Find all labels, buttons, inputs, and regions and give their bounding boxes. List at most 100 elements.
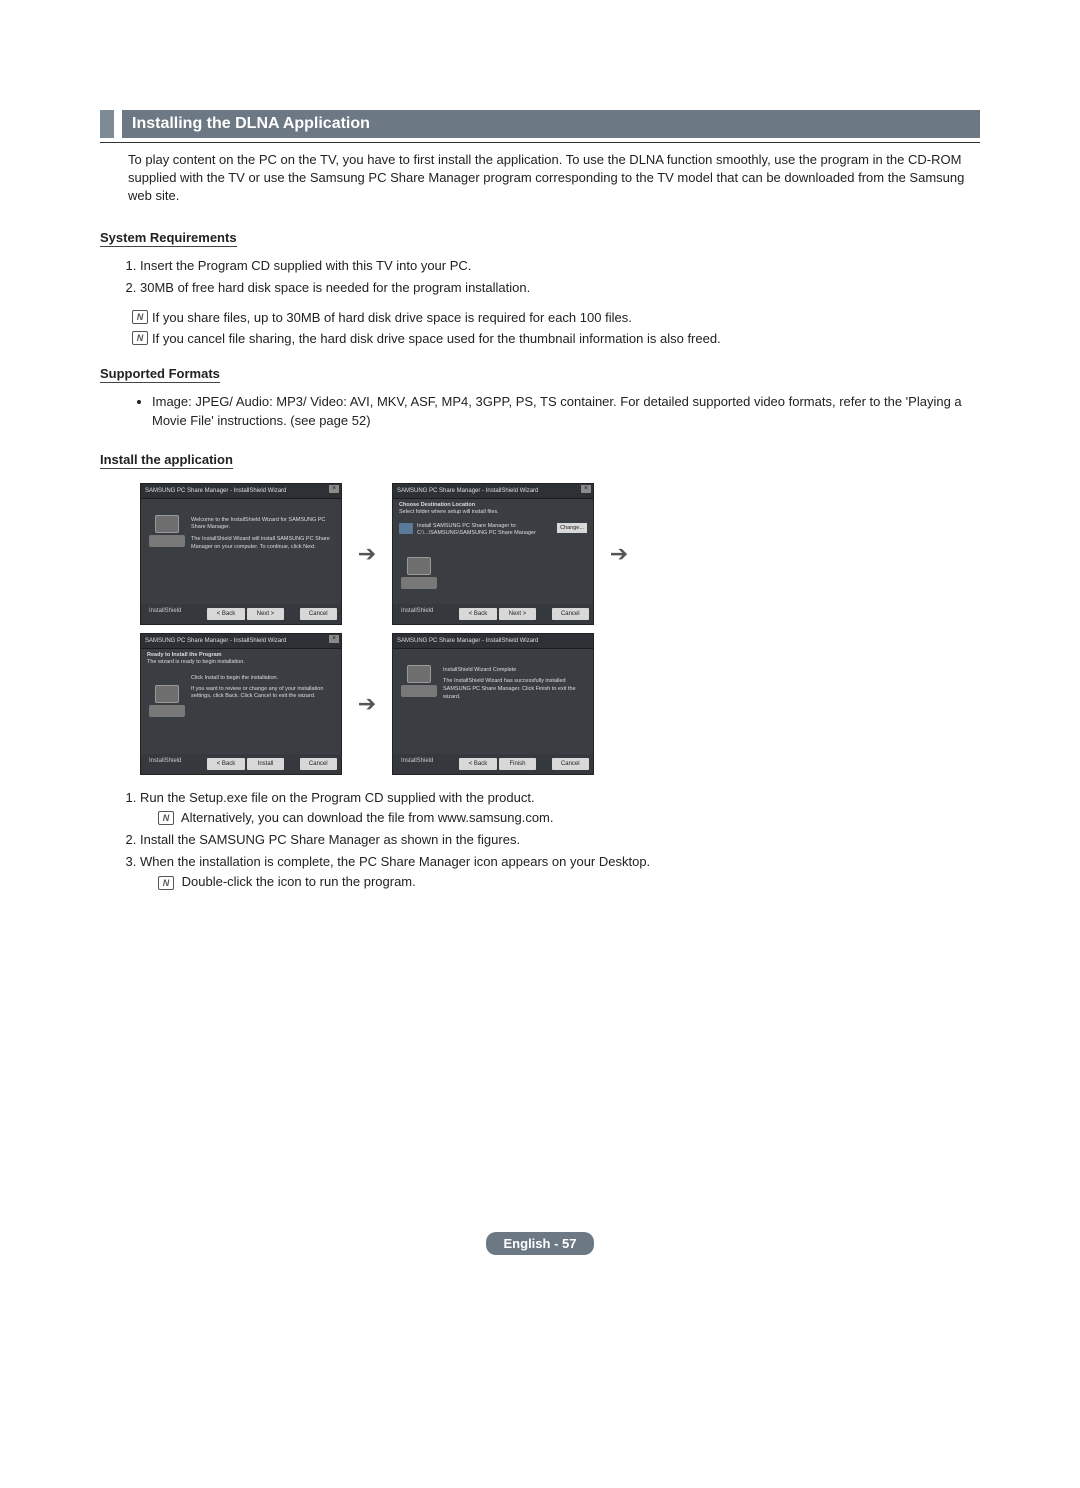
- computer-icon: [401, 557, 437, 589]
- wizard-row: SAMSUNG PC Share Manager - InstallShield…: [140, 483, 980, 625]
- section-header: Installing the DLNA Application: [100, 110, 980, 138]
- sub-line: Ready to Install the Program: [147, 652, 335, 659]
- window-titlebar: SAMSUNG PC Share Manager - InstallShield…: [393, 484, 593, 499]
- wizard-heading: InstallShield Wizard Complete: [443, 667, 585, 675]
- section-title: Installing the DLNA Application: [132, 115, 370, 132]
- note-text: If you share files, up to 30MB of hard d…: [152, 310, 632, 325]
- list-item: Install the SAMSUNG PC Share Manager as …: [140, 831, 980, 849]
- arrow-right-icon: ➔: [594, 541, 644, 567]
- wizard-body-text: The InstallShield Wizard will install SA…: [191, 536, 333, 551]
- back-button: < Back: [207, 608, 245, 620]
- window-buttons: InstallShield < Back Next > Cancel: [141, 604, 341, 624]
- computer-icon: [149, 515, 185, 547]
- sub-line: Choose Destination Location: [399, 502, 587, 509]
- wizard-heading: Welcome to the InstallShield Wizard for …: [191, 517, 333, 532]
- window-title: SAMSUNG PC Share Manager - InstallShield…: [145, 488, 286, 494]
- page-number: English - 57: [486, 1232, 595, 1255]
- cancel-button: Cancel: [300, 608, 338, 620]
- section-title-wrap: Installing the DLNA Application: [122, 110, 980, 138]
- note-icon: N: [158, 876, 174, 890]
- close-icon: ×: [581, 485, 591, 493]
- window-title: SAMSUNG PC Share Manager - InstallShield…: [145, 638, 286, 644]
- wizard-row: SAMSUNG PC Share Manager - InstallShield…: [140, 633, 980, 775]
- installshield-label: InstallShield: [145, 608, 205, 620]
- wizard-destination-window: SAMSUNG PC Share Manager - InstallShield…: [392, 483, 594, 625]
- window-text: Click Install to begin the installation.…: [191, 673, 333, 750]
- finish-button: Finish: [499, 758, 537, 770]
- note-item: N If you cancel file sharing, the hard d…: [152, 330, 980, 348]
- note-icon: N: [132, 310, 148, 324]
- note-icon: N: [158, 811, 174, 825]
- computer-icon: [149, 685, 185, 717]
- back-button: < Back: [207, 758, 245, 770]
- step-note: N Alternatively, you can download the fi…: [140, 809, 980, 827]
- window-titlebar: SAMSUNG PC Share Manager - InstallShield…: [393, 634, 593, 649]
- list-item: Image: JPEG/ Audio: MP3/ Video: AVI, MKV…: [152, 393, 980, 429]
- system-requirements-block: System Requirements Insert the Program C…: [100, 222, 980, 349]
- folder-icon: [399, 523, 413, 534]
- window-body: Welcome to the InstallShield Wizard for …: [141, 499, 341, 604]
- requirements-list: Insert the Program CD supplied with this…: [100, 257, 980, 297]
- path-label: Install SAMSUNG PC Share Manager to:: [417, 523, 551, 530]
- wizard-body-text: The InstallShield Wizard has successfull…: [443, 678, 585, 701]
- install-steps-list: Run the Setup.exe file on the Program CD…: [100, 789, 980, 892]
- arrow-right-icon: ➔: [342, 541, 392, 567]
- wizard-welcome-window: SAMSUNG PC Share Manager - InstallShield…: [140, 483, 342, 625]
- window-title: SAMSUNG PC Share Manager - InstallShield…: [397, 638, 538, 644]
- window-buttons: InstallShield < Back Next > Cancel: [393, 604, 593, 624]
- note-list: N If you share files, up to 30MB of hard…: [100, 309, 980, 348]
- window-body: Click Install to begin the installation.…: [141, 669, 341, 754]
- formats-list: Image: JPEG/ Audio: MP3/ Video: AVI, MKV…: [100, 393, 980, 429]
- window-buttons: InstallShield < Back Finish Cancel: [393, 754, 593, 774]
- install-button: Install: [247, 758, 285, 770]
- step-text: Run the Setup.exe file on the Program CD…: [140, 790, 535, 805]
- window-title: SAMSUNG PC Share Manager - InstallShield…: [397, 488, 538, 494]
- back-button: < Back: [459, 758, 497, 770]
- next-button: Next >: [247, 608, 285, 620]
- note-item: N Double-click the icon to run the progr…: [158, 873, 980, 891]
- close-icon: ×: [329, 485, 339, 493]
- note-text: If you cancel file sharing, the hard dis…: [152, 331, 721, 346]
- note-icon: N: [132, 331, 148, 345]
- subheading-supported-formats: Supported Formats: [100, 366, 220, 383]
- wizard-complete-window: SAMSUNG PC Share Manager - InstallShield…: [392, 633, 594, 775]
- subheading-install-application: Install the application: [100, 452, 233, 469]
- wizard-ready-window: SAMSUNG PC Share Manager - InstallShield…: [140, 633, 342, 775]
- sub-line: The wizard is ready to begin installatio…: [147, 659, 335, 666]
- step-text: When the installation is complete, the P…: [140, 854, 650, 869]
- note-text: Double-click the icon to run the program…: [182, 874, 416, 889]
- arrow-right-icon: ➔: [342, 691, 392, 717]
- window-buttons: InstallShield < Back Install Cancel: [141, 754, 341, 774]
- installshield-label: InstallShield: [145, 758, 205, 770]
- window-text: InstallShield Wizard Complete The Instal…: [443, 653, 585, 750]
- close-icon: ×: [329, 635, 339, 643]
- back-button: < Back: [459, 608, 497, 620]
- install-application-block: Install the application SAMSUNG PC Share…: [100, 444, 980, 892]
- intro-paragraph: To play content on the PC on the TV, you…: [100, 151, 980, 206]
- subheading-system-requirements: System Requirements: [100, 230, 237, 247]
- window-body: InstallShield Wizard Complete The Instal…: [393, 649, 593, 754]
- window-titlebar: SAMSUNG PC Share Manager - InstallShield…: [141, 484, 341, 499]
- divider: [100, 142, 980, 143]
- installshield-label: InstallShield: [397, 608, 457, 620]
- change-button: Change...: [557, 523, 587, 533]
- computer-icon: [401, 665, 437, 697]
- cancel-button: Cancel: [300, 758, 338, 770]
- next-button: Next >: [499, 608, 537, 620]
- wizard-body-text: If you want to review or change any of y…: [191, 686, 333, 701]
- section-accent-bar: [100, 110, 114, 138]
- list-item: 30MB of free hard disk space is needed f…: [140, 279, 980, 297]
- wizard-screenshots: SAMSUNG PC Share Manager - InstallShield…: [100, 483, 980, 775]
- window-text: Welcome to the InstallShield Wizard for …: [191, 503, 333, 600]
- note-item: N If you share files, up to 30MB of hard…: [152, 309, 980, 327]
- window-body: [393, 541, 593, 603]
- list-item: Run the Setup.exe file on the Program CD…: [140, 789, 980, 827]
- install-path-row: Install SAMSUNG PC Share Manager to: C:\…: [393, 519, 593, 541]
- installshield-label: InstallShield: [397, 758, 457, 770]
- list-item: Insert the Program CD supplied with this…: [140, 257, 980, 275]
- window-subheader: Choose Destination Location Select folde…: [393, 499, 593, 519]
- list-item: When the installation is complete, the P…: [140, 853, 980, 891]
- window-titlebar: SAMSUNG PC Share Manager - InstallShield…: [141, 634, 341, 649]
- wizard-body-text: Click Install to begin the installation.: [191, 675, 333, 683]
- cancel-button: Cancel: [552, 608, 590, 620]
